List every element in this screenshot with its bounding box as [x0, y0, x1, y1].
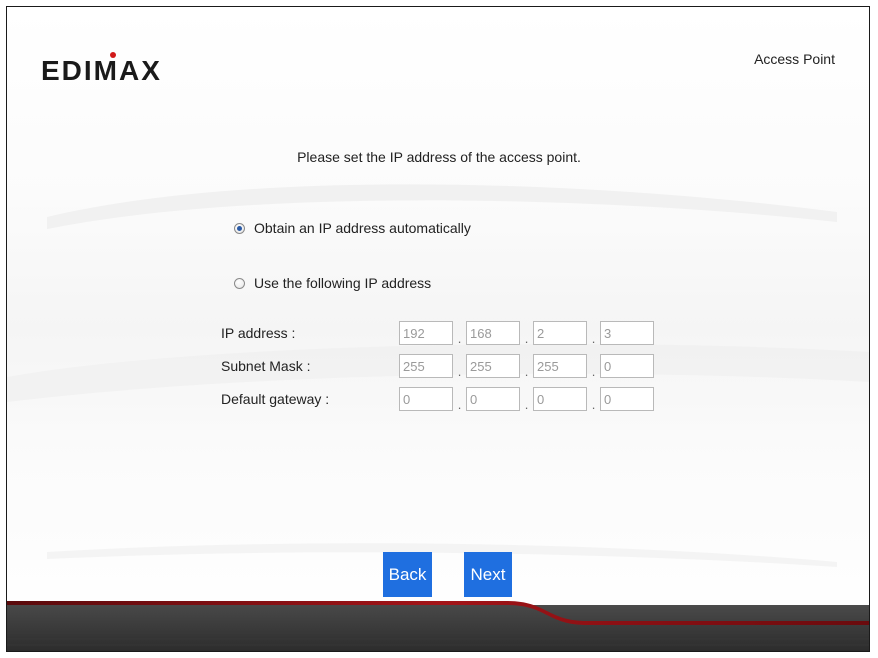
octet-separator: . [457, 331, 462, 346]
setup-wizard-window: EDIMAX Access Point Please set the IP ad… [6, 6, 870, 652]
octet-separator: . [524, 331, 529, 346]
obtain-ip-auto-option[interactable]: Obtain an IP address automatically [234, 220, 471, 236]
octet-separator: . [457, 397, 462, 412]
default-gateway-octet-3[interactable] [533, 387, 587, 411]
obtain-ip-auto-label: Obtain an IP address automatically [254, 220, 471, 236]
back-button[interactable]: Back [383, 552, 432, 597]
default-gateway-row: Default gateway : . . . [221, 384, 654, 414]
default-gateway-octet-2[interactable] [466, 387, 520, 411]
ip-address-octet-2[interactable] [466, 321, 520, 345]
use-static-ip-radio[interactable] [234, 277, 245, 289]
subnet-mask-octet-2[interactable] [466, 354, 520, 378]
use-static-ip-label: Use the following IP address [254, 275, 432, 291]
octet-separator: . [591, 397, 596, 412]
octet-separator: . [457, 364, 462, 379]
obtain-ip-auto-radio[interactable] [234, 222, 245, 234]
octet-separator: . [591, 364, 596, 379]
octet-separator: . [524, 364, 529, 379]
ip-address-octet-1[interactable] [399, 321, 453, 345]
use-static-ip-option[interactable]: Use the following IP address [234, 275, 431, 291]
default-gateway-octet-4[interactable] [600, 387, 654, 411]
next-button[interactable]: Next [464, 552, 512, 597]
footer-band [7, 601, 869, 651]
ip-address-octet-4[interactable] [600, 321, 654, 345]
logo-text: EDIMAX [41, 55, 162, 86]
subnet-mask-label: Subnet Mask : [221, 358, 311, 374]
static-ip-fields: IP address : . . . Subnet Mask : . . . D… [221, 318, 654, 417]
subnet-mask-octet-4[interactable] [600, 354, 654, 378]
ip-setup-prompt: Please set the IP address of the access … [297, 149, 581, 165]
ip-address-label: IP address : [221, 325, 296, 341]
ip-address-octet-3[interactable] [533, 321, 587, 345]
octet-separator: . [591, 331, 596, 346]
default-gateway-label: Default gateway : [221, 391, 330, 407]
default-gateway-octet-1[interactable] [399, 387, 453, 411]
ip-address-row: IP address : . . . [221, 318, 654, 348]
mode-title: Access Point [754, 51, 835, 67]
subnet-mask-row: Subnet Mask : . . . [221, 351, 654, 381]
subnet-mask-octet-3[interactable] [533, 354, 587, 378]
octet-separator: . [524, 397, 529, 412]
subnet-mask-octet-1[interactable] [399, 354, 453, 378]
edimax-logo: EDIMAX [41, 52, 162, 86]
